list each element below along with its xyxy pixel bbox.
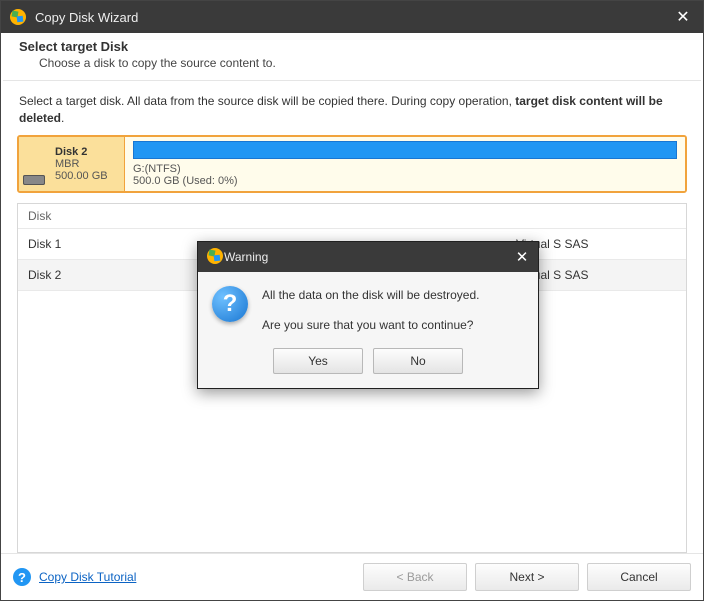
col-header-disk[interactable]: Disk xyxy=(18,209,222,223)
titlebar[interactable]: Copy Disk Wizard ✕ xyxy=(1,1,703,33)
tutorial-link[interactable]: Copy Disk Tutorial xyxy=(39,570,136,584)
back-button[interactable]: < Back xyxy=(363,563,467,591)
no-button[interactable]: No xyxy=(373,348,463,374)
dialog-msg-1: All the data on the disk will be destroy… xyxy=(262,286,479,304)
wizard-footer: ? Copy Disk Tutorial < Back Next > Cance… xyxy=(1,553,703,600)
wizard-header: Select target Disk Choose a disk to copy… xyxy=(1,33,703,80)
dialog-titlebar[interactable]: Warning ✕ xyxy=(198,242,538,272)
step-title: Select target Disk xyxy=(1,39,703,54)
selected-disk-name: Disk 2 xyxy=(55,146,118,158)
step-subtitle: Choose a disk to copy the source content… xyxy=(1,54,703,70)
selected-disk-capacity: 500.00 GB xyxy=(55,170,118,182)
cell-disk: Disk 1 xyxy=(18,237,222,251)
question-icon: ? xyxy=(212,286,248,322)
volume-bar xyxy=(133,141,677,159)
warning-dialog: Warning ✕ ? All the data on the disk wil… xyxy=(197,241,539,389)
instruction-suffix: . xyxy=(61,111,64,125)
selected-disk-scheme: MBR xyxy=(55,158,118,170)
dialog-app-icon xyxy=(206,247,224,268)
dialog-body: ? All the data on the disk will be destr… xyxy=(198,272,538,338)
next-button[interactable]: Next > xyxy=(475,563,579,591)
app-icon xyxy=(9,8,27,26)
yes-button[interactable]: Yes xyxy=(273,348,363,374)
instruction-text: Select a target disk. All data from the … xyxy=(17,93,687,135)
cell-disk: Disk 2 xyxy=(18,268,222,282)
instruction-prefix: Select a target disk. All data from the … xyxy=(19,94,515,108)
cancel-button[interactable]: Cancel xyxy=(587,563,691,591)
grid-header: Disk xyxy=(18,204,686,229)
dialog-msg-2: Are you sure that you want to continue? xyxy=(262,316,479,334)
selected-disk-summary: Disk 2 MBR 500.00 GB xyxy=(19,137,125,191)
close-icon[interactable]: ✕ xyxy=(663,1,703,33)
volume-detail: 500.0 GB (Used: 0%) xyxy=(133,175,677,187)
selected-target-disk[interactable]: Disk 2 MBR 500.00 GB G:(NTFS) 500.0 GB (… xyxy=(17,135,687,193)
selected-disk-volumes: G:(NTFS) 500.0 GB (Used: 0%) xyxy=(125,137,685,191)
volume-label: G:(NTFS) xyxy=(133,163,677,175)
disk-icon xyxy=(23,175,45,185)
dialog-button-row: Yes No xyxy=(198,338,538,388)
dialog-title: Warning xyxy=(224,250,506,264)
window-title: Copy Disk Wizard xyxy=(35,10,663,25)
dialog-messages: All the data on the disk will be destroy… xyxy=(262,286,479,334)
dialog-close-icon[interactable]: ✕ xyxy=(506,242,538,272)
help-icon[interactable]: ? xyxy=(13,568,31,586)
